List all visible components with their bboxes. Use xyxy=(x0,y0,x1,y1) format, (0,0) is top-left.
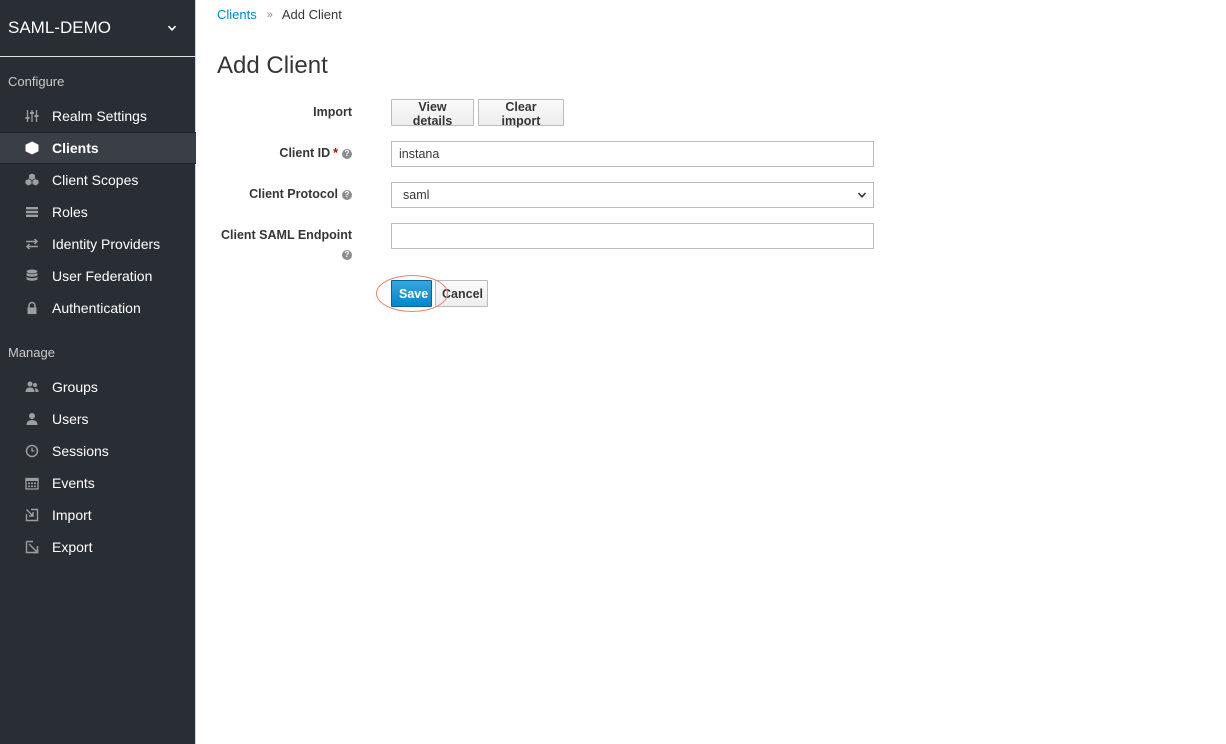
sidebar-item-roles[interactable]: Roles xyxy=(0,196,196,228)
sliders-icon xyxy=(24,109,39,124)
sidebar-item-events[interactable]: Events xyxy=(0,467,196,499)
sidebar-item-groups[interactable]: Groups xyxy=(0,371,196,403)
sidebar-item-realm-settings[interactable]: Realm Settings xyxy=(0,100,196,132)
client-protocol-label: Client Protocol? xyxy=(249,187,352,201)
required-marker: * xyxy=(333,146,338,160)
sidebar-item-export[interactable]: Export xyxy=(0,531,196,563)
view-details-button[interactable]: View details xyxy=(391,99,474,128)
help-icon[interactable]: ? xyxy=(342,249,352,260)
manage-section-label: Manage xyxy=(8,345,55,360)
sidebar-item-label: Authentication xyxy=(52,300,141,316)
sidebar-item-sessions[interactable]: Sessions xyxy=(0,435,196,467)
client-protocol-select[interactable]: saml xyxy=(391,182,874,208)
sidebar-item-client-scopes[interactable]: Client Scopes xyxy=(0,164,196,196)
clear-import-button[interactable]: Clear import xyxy=(478,99,564,128)
chevron-down-icon xyxy=(857,192,867,198)
breadcrumb-current: Add Client xyxy=(281,7,342,22)
sidebar-item-import[interactable]: Import xyxy=(0,499,196,531)
help-icon[interactable]: ? xyxy=(342,148,352,159)
sidebar-item-users[interactable]: Users xyxy=(0,403,196,435)
sidebar-item-label: Realm Settings xyxy=(52,108,147,124)
sidebar-item-label: Users xyxy=(52,411,89,427)
client-id-input[interactable] xyxy=(391,141,874,167)
cancel-button[interactable]: Cancel xyxy=(435,280,488,307)
cubes-icon xyxy=(24,173,39,188)
help-icon[interactable]: ? xyxy=(342,189,352,200)
breadcrumb-separator: » xyxy=(266,8,273,21)
sidebar-item-authentication[interactable]: Authentication xyxy=(0,292,196,324)
sidebar-item-identity-providers[interactable]: Identity Providers xyxy=(0,228,196,260)
clock-icon xyxy=(24,444,39,459)
sidebar-item-label: Clients xyxy=(52,140,99,156)
realm-selector[interactable]: SAML-DEMO xyxy=(0,0,195,57)
realm-name: SAML-DEMO xyxy=(8,18,111,37)
breadcrumb: Clients » Add Client xyxy=(217,7,342,22)
users-icon xyxy=(24,380,39,395)
save-button[interactable]: Save xyxy=(391,280,432,307)
sidebar-item-label: Events xyxy=(52,475,95,491)
client-id-label: Client ID *? xyxy=(279,146,352,160)
configure-nav: Realm Settings Clients Client Scopes Rol… xyxy=(0,100,196,324)
import-label: Import xyxy=(313,105,352,119)
saml-endpoint-help: ? xyxy=(342,247,352,261)
list-icon xyxy=(24,205,39,220)
sidebar-item-label: User Federation xyxy=(52,268,153,284)
sidebar-item-label: Roles xyxy=(52,204,88,220)
cube-icon xyxy=(24,141,39,156)
sidebar-item-label: Export xyxy=(52,539,93,555)
sidebar-item-user-federation[interactable]: User Federation xyxy=(0,260,196,292)
configure-section-label: Configure xyxy=(8,74,65,89)
sidebar-item-label: Sessions xyxy=(52,443,109,459)
database-icon xyxy=(24,269,39,284)
calendar-icon xyxy=(24,476,39,491)
client-protocol-value: saml xyxy=(403,188,430,202)
saml-endpoint-input[interactable] xyxy=(391,223,874,249)
import-icon xyxy=(24,508,39,523)
sidebar-item-label: Groups xyxy=(52,379,98,395)
saml-endpoint-label: Client SAML Endpoint xyxy=(220,228,352,242)
sidebar-item-label: Client Scopes xyxy=(52,172,139,188)
page-title: Add Client xyxy=(217,52,328,79)
sidebar: SAML-DEMO Configure Realm Settings Clien… xyxy=(0,0,196,744)
lock-icon xyxy=(24,301,39,316)
export-icon xyxy=(24,540,39,555)
exchange-icon xyxy=(24,237,39,252)
sidebar-item-label: Import xyxy=(52,507,92,523)
user-icon xyxy=(24,412,39,427)
chevron-down-icon xyxy=(167,25,177,31)
manage-nav: Groups Users Sessions Events Import Expo… xyxy=(0,371,196,563)
breadcrumb-link-clients[interactable]: Clients xyxy=(217,7,257,22)
sidebar-item-clients[interactable]: Clients xyxy=(0,132,196,164)
sidebar-item-label: Identity Providers xyxy=(52,236,161,252)
